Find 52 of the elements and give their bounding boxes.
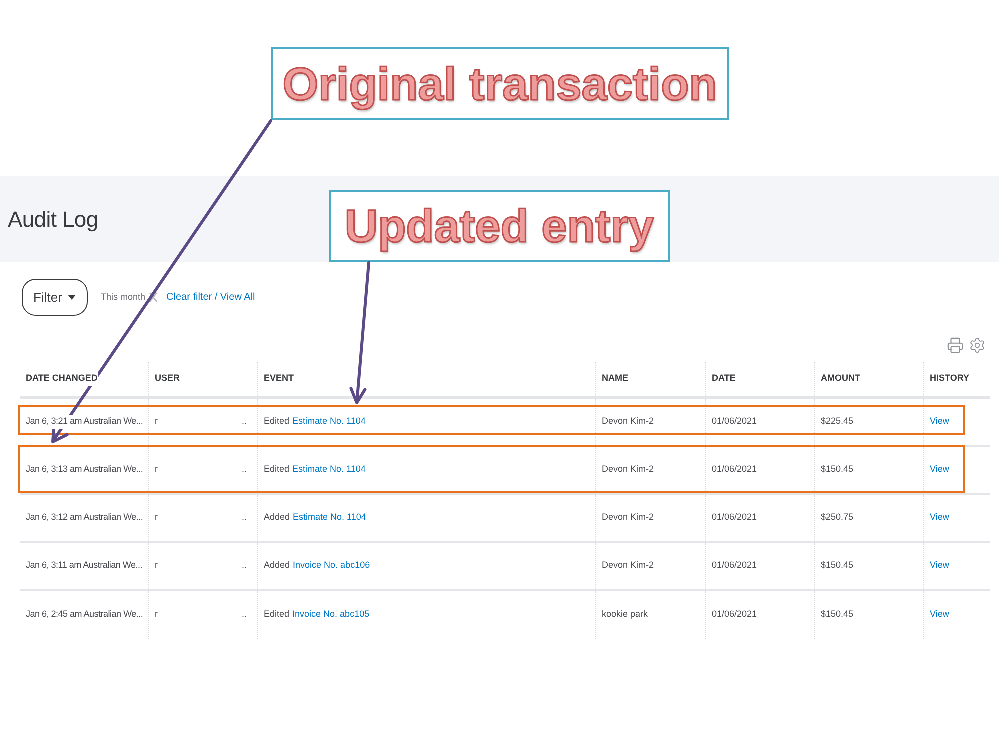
callout-label: Updated entry [329,190,670,262]
truncation-dots: .. [242,511,247,524]
page-title: Audit Log [8,206,98,234]
table-cell-text: Devon Kim-2 [602,559,654,572]
callout-label: Original transaction [271,47,729,120]
record-link[interactable]: Invoice No. abc106 [293,559,370,573]
table-cell-text: Devon Kim-2 [602,511,654,524]
filter-chip-label: This month [101,290,146,304]
user-name: r [155,559,158,572]
user-name: r [155,463,158,476]
table-cell-text: kookie park [602,608,648,622]
truncation-dots: .. [242,608,247,622]
user-name: r [155,415,158,428]
table-cell-text: $225.45 [821,415,854,428]
table-cell-text: 01/06/2021 [712,463,758,476]
record-link[interactable]: Estimate No. 1104 [292,463,366,477]
filter-button[interactable]: Filter [22,279,88,316]
history-link[interactable]: View [930,415,950,429]
table-cell-text: $150.45 [821,463,854,476]
history-link[interactable]: View [930,559,950,573]
close-icon[interactable] [148,292,158,303]
table-cell: Jan 6, 3:21 am Australian We... [26,415,144,429]
table-cell-text: Devon Kim-2 [602,415,654,428]
table-cell-text: $150.45 [821,559,854,572]
truncation-dots: .. [242,463,247,476]
table-cell-text: 01/06/2021 [712,415,758,428]
truncation-dots: .. [242,415,247,428]
user-name: r [155,608,158,622]
clear-filter-link[interactable]: Clear filter / View All [166,290,256,305]
event-action: Added [264,511,290,524]
table-cell-text: 01/06/2021 [712,511,758,524]
caret-icon [68,295,76,300]
table-cell-text: $150.45 [821,608,854,622]
event-action: Edited [264,608,290,622]
record-link[interactable]: Estimate No. 1104 [293,511,366,525]
history-link[interactable]: View [930,511,950,525]
column-header: DATE CHANGED [26,372,98,386]
event-action: Added [264,559,290,572]
table-cell-text: Devon Kim-2 [602,463,654,476]
record-link[interactable]: Invoice No. abc105 [292,608,370,622]
history-link[interactable]: View [930,608,950,622]
table-cell-text: 01/06/2021 [712,608,758,622]
truncation-dots: .. [242,559,247,572]
history-link[interactable]: View [930,463,950,477]
record-link[interactable]: Estimate No. 1104 [292,415,366,429]
event-action: Edited [264,415,290,428]
table-cell-text: 01/06/2021 [712,559,758,572]
table-cell-text: $250.75 [821,511,854,524]
user-name: r [155,511,158,524]
event-action: Edited [264,463,290,476]
settings-icon[interactable] [969,337,986,354]
print-icon[interactable] [947,337,964,354]
